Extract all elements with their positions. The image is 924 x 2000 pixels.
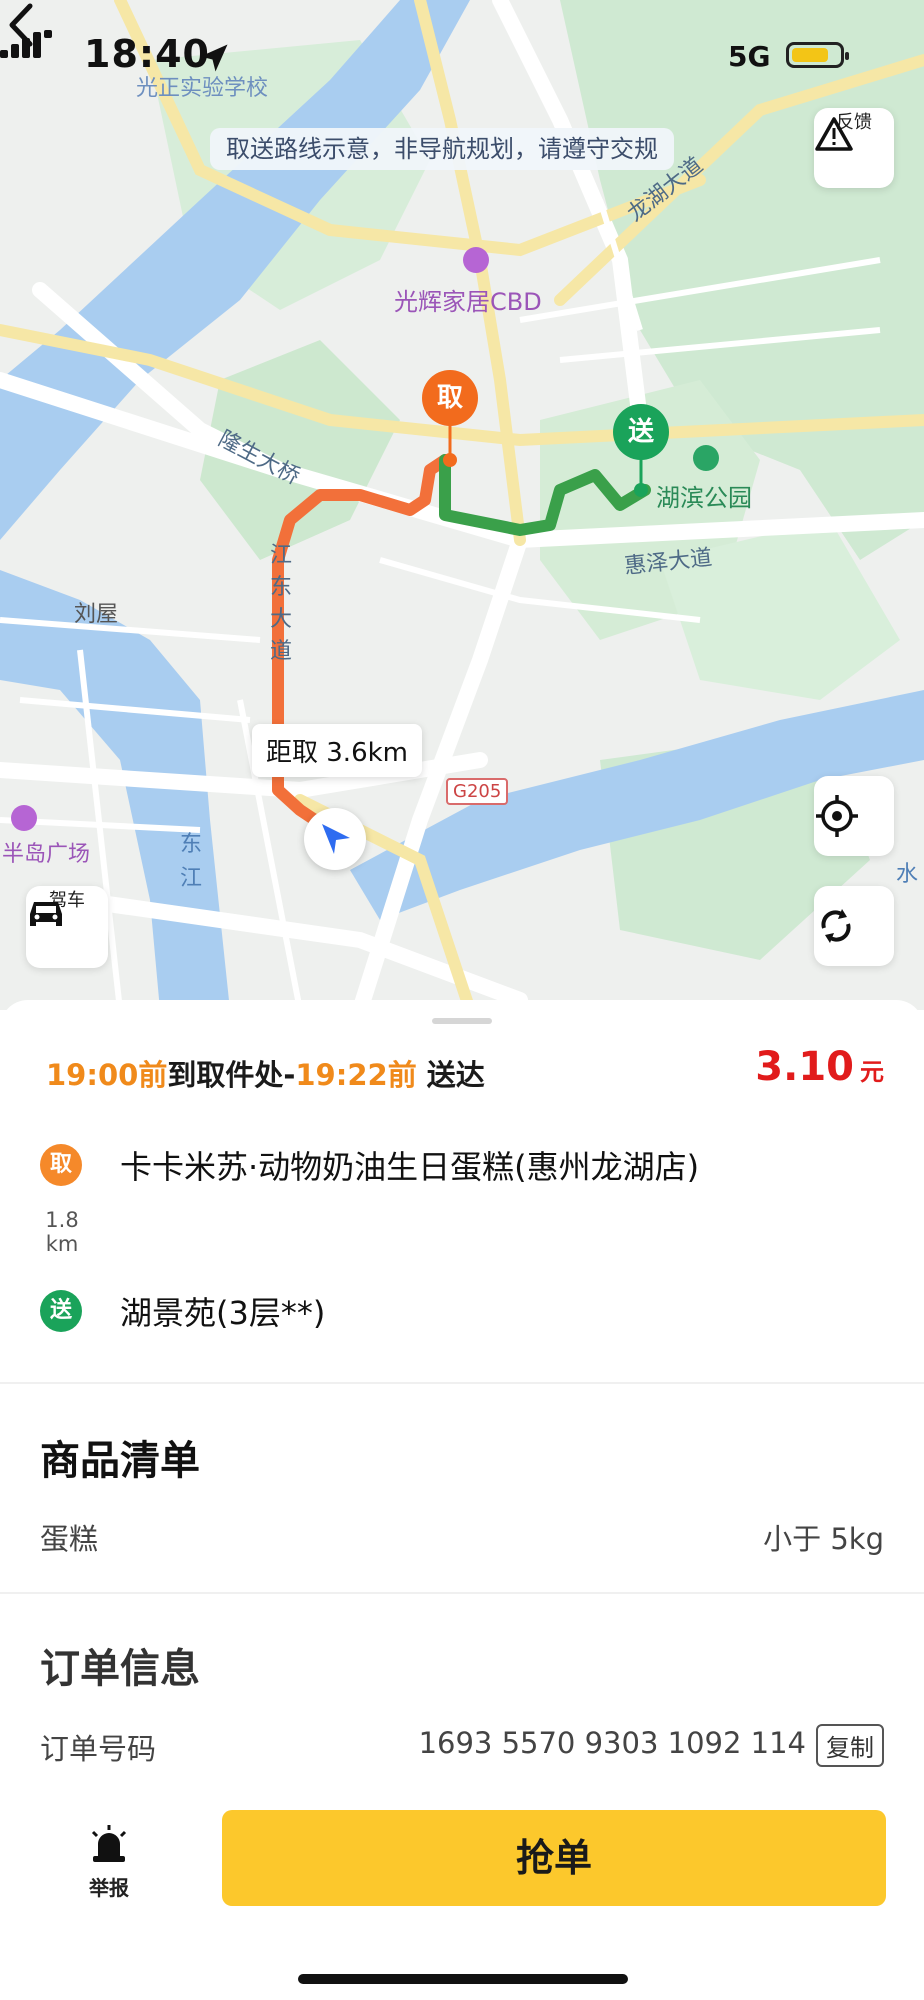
- divider: [0, 1592, 924, 1594]
- map-label-bandao: 半岛广场: [2, 842, 91, 867]
- distance-unit: km: [45, 1232, 79, 1256]
- route-notice: 取送路线示意，非导航规划，请遵守交规: [210, 128, 674, 170]
- pickup-name: 卡卡米苏·动物奶油生日蛋糕(惠州龙湖店): [120, 1148, 700, 1186]
- network-type: 5G: [728, 40, 771, 73]
- warning-icon: [815, 117, 853, 151]
- goods-item-weight: 小于 5kg: [763, 1522, 884, 1556]
- map-label-school: 光正实验学校: [136, 76, 269, 101]
- current-location-marker: [304, 808, 366, 870]
- grab-order-button[interactable]: 抢单: [222, 1810, 886, 1906]
- bottom-action-bar: 举报 抢单: [0, 1790, 924, 2000]
- delivery-timeline: 19:00前到取件处-19:22前 送达: [46, 1052, 485, 1094]
- back-icon[interactable]: [0, 0, 44, 50]
- drive-mode-button[interactable]: 驾车: [26, 886, 108, 968]
- copy-button[interactable]: 复制: [816, 1724, 884, 1767]
- goods-item-name: 蛋糕: [40, 1522, 99, 1556]
- goods-title: 商品清单: [40, 1438, 200, 1484]
- map-label-jiangdong-road: 江东大道: [270, 543, 293, 664]
- delivery-text: 送达: [416, 1058, 485, 1092]
- distance-bubble: 距取 3.6km: [252, 724, 422, 777]
- delivery-icon: 送: [40, 1290, 82, 1332]
- delivery-before: 前: [387, 1058, 417, 1092]
- refresh-icon: [821, 909, 851, 943]
- road-badge: G205: [446, 778, 509, 805]
- map-label-water: 水: [896, 862, 919, 887]
- pickup-time: 19:00: [46, 1058, 139, 1092]
- report-label: 举报: [89, 1876, 129, 1900]
- feedback-button[interactable]: 反馈: [814, 108, 894, 188]
- refresh-button[interactable]: [814, 886, 894, 966]
- map-label-cbd: 光辉家居CBD: [394, 288, 542, 316]
- divider: [0, 1382, 924, 1384]
- map-view[interactable]: 18:40 5G 取送路线示意，非导航规划，请遵守交规 反馈 光正实验学校 光辉…: [0, 0, 924, 1010]
- order-number-label: 订单号码: [40, 1732, 157, 1766]
- map-label-park: 湖滨公园: [656, 484, 752, 512]
- map-label-liuwu: 刘屋: [74, 602, 119, 627]
- order-number-value: 1693 5570 9303 1092 114: [418, 1726, 806, 1760]
- locate-icon: [816, 795, 858, 837]
- order-price: 3.10 元: [755, 1044, 884, 1090]
- price-value: 3.10: [755, 1044, 854, 1090]
- sheet-handle[interactable]: [432, 1018, 492, 1024]
- delivery-name: 湖景苑(3层**): [120, 1294, 326, 1332]
- alarm-icon: [91, 1825, 127, 1862]
- map-label-dongjiang: 东江: [180, 832, 203, 891]
- pickup-icon: 取: [40, 1144, 82, 1186]
- delivery-time: 19:22: [295, 1058, 388, 1092]
- car-icon: [30, 902, 62, 926]
- delivery-marker[interactable]: 送: [613, 404, 669, 460]
- locate-button[interactable]: [814, 776, 894, 856]
- pickup-before: 前: [138, 1058, 168, 1092]
- pickup-text: 到取件处-: [167, 1058, 296, 1092]
- price-unit: 元: [860, 1058, 884, 1086]
- report-button[interactable]: 举报: [84, 1824, 134, 1901]
- battery-icon: [786, 42, 849, 68]
- pickup-marker[interactable]: 取: [422, 370, 478, 426]
- route-distance: 1.8 km: [44, 1208, 80, 1256]
- order-info-title: 订单信息: [40, 1646, 200, 1692]
- distance-value: 1.8: [45, 1208, 79, 1232]
- home-indicator: [298, 1974, 628, 1984]
- navigation-arrow-icon: [322, 824, 350, 854]
